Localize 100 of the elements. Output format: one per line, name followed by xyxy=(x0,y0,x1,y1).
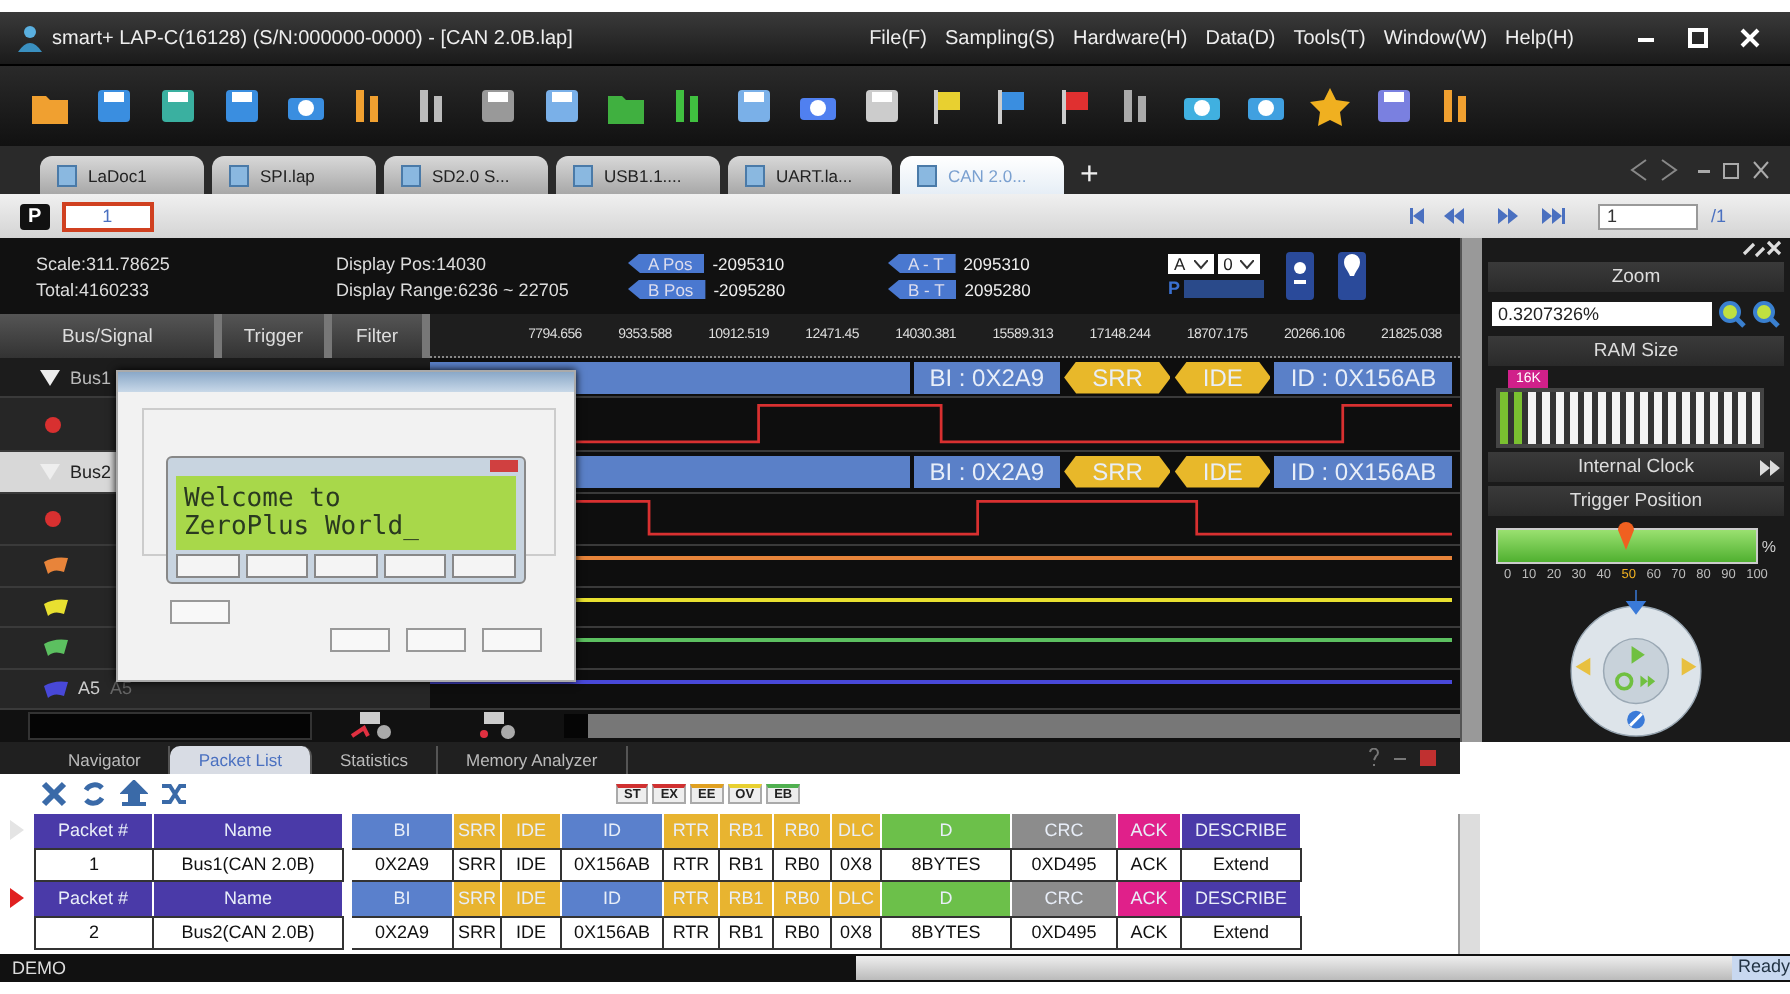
menu-item[interactable]: Hardware(H) xyxy=(1073,27,1188,49)
close-icon[interactable] xyxy=(1738,26,1762,50)
document-tab[interactable]: SPI.lap xyxy=(212,156,376,194)
table-cell: RB1 xyxy=(720,848,774,882)
dialog-button[interactable] xyxy=(314,554,378,578)
decode-segment: SRR xyxy=(1064,455,1171,488)
p-field[interactable] xyxy=(1184,279,1265,297)
page-field[interactable]: 1 xyxy=(61,201,154,231)
menu-item[interactable]: File(F) xyxy=(869,27,927,49)
maximize-icon[interactable] xyxy=(1686,26,1710,50)
expand-triangle-icon[interactable] xyxy=(40,368,60,387)
dialog-button[interactable] xyxy=(245,554,309,578)
table-cell: RB1 xyxy=(720,916,774,950)
cursor-select[interactable]: 0 xyxy=(1217,254,1261,274)
column-header[interactable]: Name xyxy=(154,882,344,916)
page-total: /1 xyxy=(1710,206,1728,226)
fast-forward-icon[interactable] xyxy=(1760,459,1780,476)
column-header[interactable]: Packet # xyxy=(34,882,154,916)
cursor-value: -2095280 xyxy=(713,279,786,299)
window-controls-icon[interactable] xyxy=(1694,158,1774,182)
table-cell: RB0 xyxy=(774,916,832,950)
column-header[interactable]: ACK xyxy=(1118,814,1182,848)
column-header[interactable]: Packet # xyxy=(34,814,154,848)
refresh-icon[interactable] xyxy=(80,780,108,808)
save-icon[interactable] xyxy=(220,84,264,128)
table-cell: 8BYTES xyxy=(882,848,1012,882)
new-tab-button[interactable]: + xyxy=(1072,156,1107,194)
column-header[interactable]: Name xyxy=(154,814,344,848)
zoom-select[interactable]: 0.3207326% xyxy=(1492,302,1712,327)
window-title: smart+ LAP-C(16128) (S/N:000000-0000) - [CAN 2.0B.lap] xyxy=(52,27,573,49)
dialog-button[interactable] xyxy=(170,600,230,624)
dialog-button[interactable] xyxy=(176,554,240,578)
decode-segment: SRR xyxy=(1064,361,1171,394)
table-cell: 1 xyxy=(34,848,154,882)
signal-tab[interactable]: Bus/Signal xyxy=(0,314,223,358)
menu-item[interactable]: Data(D) xyxy=(1205,27,1276,49)
document-tab[interactable]: LaDoc1 xyxy=(40,156,204,194)
save-icon[interactable] xyxy=(156,84,200,128)
upload-icon[interactable] xyxy=(120,780,148,808)
cursor-value: 2095310 xyxy=(963,253,1030,273)
save-icon[interactable] xyxy=(92,84,136,128)
status-ready: Ready xyxy=(1731,956,1790,980)
table-cell: 0X156AB xyxy=(562,916,664,950)
tools-cross-icon[interactable] xyxy=(40,780,68,808)
scrollbar[interactable] xyxy=(1458,814,1480,954)
dialog-button[interactable] xyxy=(383,554,447,578)
lcd-text: ZeroPlus World_ xyxy=(184,513,421,541)
zoom-out-icon[interactable] xyxy=(1752,300,1780,329)
table-cell: RB0 xyxy=(774,848,832,882)
pin-close-icon[interactable] xyxy=(1740,239,1784,258)
document-tab[interactable]: USB1.1.... xyxy=(556,156,720,194)
scrollbar[interactable] xyxy=(1460,238,1482,742)
cursor-select[interactable]: A xyxy=(1168,254,1214,274)
menu-item[interactable]: Sampling(S) xyxy=(944,27,1055,49)
signal-tab[interactable]: Trigger xyxy=(222,314,333,358)
table-cell: ACK xyxy=(1118,848,1182,882)
page-badge: P xyxy=(20,203,50,229)
column-header[interactable]: ACK xyxy=(1118,882,1182,916)
scrollbar[interactable] xyxy=(564,714,1461,738)
panel-tab[interactable]: Packet List xyxy=(170,746,312,774)
table-cell: 0X8 xyxy=(832,848,882,882)
display-position-label: Display Pos:14030 xyxy=(336,253,489,273)
dialog-button[interactable] xyxy=(406,628,466,652)
column-header[interactable]: DESCRIBE xyxy=(1182,882,1302,916)
trigger-slider[interactable] xyxy=(1496,528,1758,565)
signal-tab[interactable]: Filter xyxy=(332,314,430,358)
star-icon[interactable] xyxy=(1308,84,1352,128)
page-number-field[interactable]: 1 xyxy=(1598,203,1699,229)
document-icon xyxy=(744,163,766,187)
bus-label: Bus1 xyxy=(70,367,112,388)
table-cell: RTR xyxy=(664,916,720,950)
table-cell: 0XD495 xyxy=(1012,916,1118,950)
decode-segment: BI : 0X2A9 xyxy=(913,455,1061,488)
document-tab[interactable]: UART.la... xyxy=(728,156,892,194)
dialog-button[interactable] xyxy=(452,554,516,578)
table-cell: Bus1(CAN 2.0B) xyxy=(154,848,344,882)
menu-item[interactable]: Help(H) xyxy=(1505,27,1574,49)
document-icon xyxy=(56,163,78,187)
zoom-in-icon[interactable] xyxy=(1718,300,1746,329)
dialog-button[interactable] xyxy=(482,628,542,652)
menu-item[interactable]: Window(W) xyxy=(1383,27,1488,49)
document-icon xyxy=(400,163,422,187)
zoom-title: Zoom xyxy=(1488,262,1784,293)
table-cell: RTR xyxy=(664,848,720,882)
slider-thumb[interactable] xyxy=(1616,518,1637,551)
table-cell: IDE xyxy=(502,916,562,950)
shuffle-icon[interactable] xyxy=(160,780,188,808)
scrollbar[interactable] xyxy=(28,712,312,740)
trigger-position-title: Trigger Position xyxy=(1488,486,1784,517)
table-cell: 0X2A9 xyxy=(352,848,454,882)
scale-label: Scale:311.78625 xyxy=(36,253,172,273)
display-range-label: Display Range:6236 ~ 22705 xyxy=(336,279,571,299)
menu-item[interactable]: Tools(T) xyxy=(1293,27,1366,49)
decode-segment: ID : 0X156AB xyxy=(1274,361,1453,394)
cursor-value: 2095280 xyxy=(964,279,1031,299)
cursor-value: -2095310 xyxy=(712,253,785,273)
column-header[interactable]: DESCRIBE xyxy=(1182,814,1302,848)
table-cell: SRR xyxy=(454,848,502,882)
dialog-button[interactable] xyxy=(330,628,390,652)
document-tab[interactable]: SD2.0 S... xyxy=(384,156,548,194)
